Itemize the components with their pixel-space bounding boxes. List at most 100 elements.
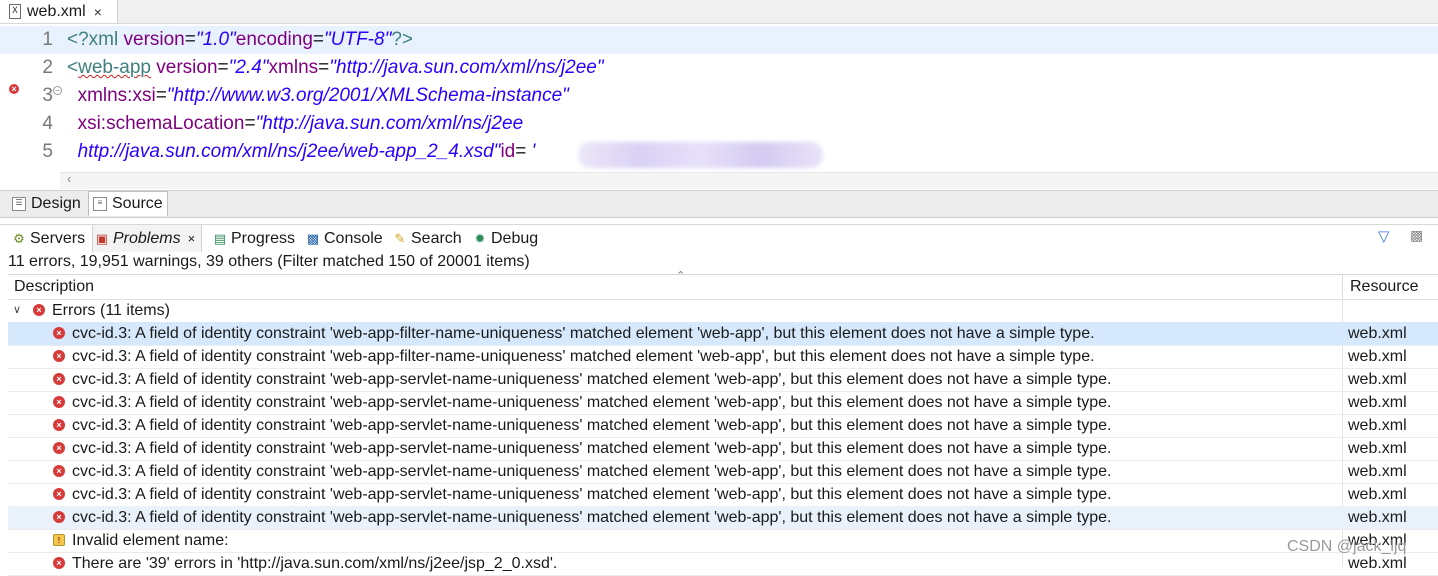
code-line[interactable]: 4 xsi:schemaLocation="http://java.sun.co… [0,110,1438,138]
problem-row[interactable]: × There are '39' errors in 'http://java.s… [8,552,1438,576]
line-number: 3 [42,85,53,106]
line-number: 4 [42,113,53,134]
problem-row[interactable]: × cvc-id.3: A field of identity constrain… [8,322,1438,346]
editor-mode-tabs: ☰ Design ≡ Source [0,190,1438,218]
tab-problems-label: Problems [113,230,181,247]
tab-progress[interactable]: ▤ Progress [213,227,295,251]
code-token: ?> [391,29,413,50]
tab-servers[interactable]: ⚙ Servers [12,227,85,251]
problem-description: cvc-id.3: A field of identity constraint… [72,325,1095,342]
error-icon: × [53,511,65,523]
view-menu-icon[interactable]: ▩ [1410,227,1423,244]
problem-row[interactable]: × cvc-id.3: A field of identity constrain… [8,506,1438,530]
code-token: encoding [235,29,313,50]
problem-description: cvc-id.3: A field of identity constraint… [72,348,1095,365]
code-token: "1.0" [195,29,236,50]
xml-file-icon: X [9,4,21,19]
problem-row[interactable]: × cvc-id.3: A field of identity constrain… [8,414,1438,438]
code-token: "http://www.w3.org/2001/XMLSchema-instan… [166,85,569,106]
problem-row[interactable]: × cvc-id.3: A field of identity constrain… [8,483,1438,507]
code-token: version [123,29,185,50]
code-token: ' [531,141,536,162]
code-token: "2.4" [228,57,269,78]
problem-resource: web.xml [1348,417,1407,434]
horizontal-scrollbar[interactable]: ‹ [60,171,1438,189]
error-icon: × [53,465,65,477]
console-icon: ▩ [306,231,320,246]
problem-description: cvc-id.3: A field of identity constraint… [72,486,1112,503]
tab-design[interactable]: ☰ Design [8,192,85,216]
error-icon: × [53,396,65,408]
error-marker-icon[interactable]: × [9,84,19,94]
chevron-down-icon[interactable]: ∨ [13,299,21,322]
tab-search[interactable]: ✎ Search [393,227,462,251]
source-view-icon: ≡ [93,197,107,211]
code-token: xmlns:xsi [77,85,156,106]
problem-row[interactable]: ! Invalid element name: web.xml [8,529,1438,553]
line-number: 5 [42,141,53,162]
tab-source-label: Source [112,195,163,212]
problem-row[interactable]: × cvc-id.3: A field of identity constrain… [8,345,1438,369]
code-token: = [312,29,324,50]
error-icon: × [53,373,65,385]
code-token: "http://java.sun.com/xml/ns/j2ee [255,113,524,134]
errors-group-row[interactable]: ∨ × Errors (11 items) [8,299,1438,322]
close-problems-icon[interactable]: × [188,225,196,252]
close-icon[interactable]: × [94,4,102,20]
servers-icon: ⚙ [13,231,25,246]
errors-group-label: Errors (11 items) [52,302,170,319]
code-token: = [318,57,330,78]
xml-source-editor[interactable]: 1 <?xml version="1.0"encoding="UTF-8"?> 2 <… [0,24,1438,172]
error-icon: × [53,557,65,569]
problem-row[interactable]: × cvc-id.3: A field of identity constrain… [8,460,1438,484]
tab-design-label: Design [31,195,81,212]
tab-problems[interactable]: ▣ Problems × [92,225,203,252]
problem-resource: web.xml [1348,509,1407,526]
error-icon: × [53,350,65,362]
tab-console[interactable]: ▩ Console [306,227,383,251]
problem-row[interactable]: × cvc-id.3: A field of identity constrain… [8,391,1438,415]
error-icon: × [53,488,65,500]
editor-tab-web-xml[interactable]: X web.xml × [0,0,118,23]
column-description[interactable]: Description [14,278,94,296]
code-line[interactable]: 1 <?xml version="1.0"encoding="UTF-8"?> [0,26,1438,54]
tab-debug[interactable]: ✹ Debug [473,227,539,251]
problem-description: cvc-id.3: A field of identity constraint… [72,509,1112,526]
code-token: < [67,57,79,78]
code-token: xmlns [268,57,319,78]
tab-servers-label: Servers [30,230,86,247]
error-icon: × [53,327,65,339]
problem-description: cvc-id.3: A field of identity constraint… [72,463,1112,480]
column-resource[interactable]: Resource [1350,278,1418,296]
editor-tab-bar: X web.xml × [0,0,1438,24]
problem-row[interactable]: × cvc-id.3: A field of identity constrain… [8,368,1438,392]
column-divider[interactable] [1342,275,1343,299]
problem-row[interactable]: × cvc-id.3: A field of identity constrain… [8,437,1438,461]
scroll-left-icon[interactable]: ‹ [67,171,71,186]
tab-source[interactable]: ≡ Source [88,191,168,216]
code-line[interactable]: 3 xmlns:xsi="http://www.w3.org/2001/XMLS… [0,82,1438,110]
fold-toggle-icon[interactable]: – [53,86,62,95]
progress-icon: ▤ [213,231,227,246]
problem-resource: web.xml [1348,440,1407,457]
code-token: xsi:schemaLocation [77,113,245,134]
code-token: = [515,141,532,162]
code-line[interactable]: 2 <web-app version="2.4"xmlns="http://jav… [0,54,1438,82]
design-view-icon: ☰ [12,197,26,211]
code-text: <web-app version="2.4"xmlns="http://java… [67,54,604,82]
error-icon: × [33,304,45,316]
redacted-value [578,142,823,168]
warning-error-icon: ! [53,534,65,546]
code-token: = [244,113,256,134]
bottom-view-tabs: ⚙ Servers ▣ Problems × ▤ Progress ▩ Cons… [0,224,1438,252]
code-token: <?xml [67,29,124,50]
problems-table-header: ⌃ Description Resource [8,270,1438,300]
code-token: "http://java.sun.com/xml/ns/j2ee" [329,57,604,78]
code-text: http://java.sun.com/xml/ns/j2ee/web-app_… [67,138,536,166]
filter-icon[interactable]: ▽ [1378,227,1390,245]
code-token: = [184,29,196,50]
editor-tab-title: web.xml [27,2,86,20]
